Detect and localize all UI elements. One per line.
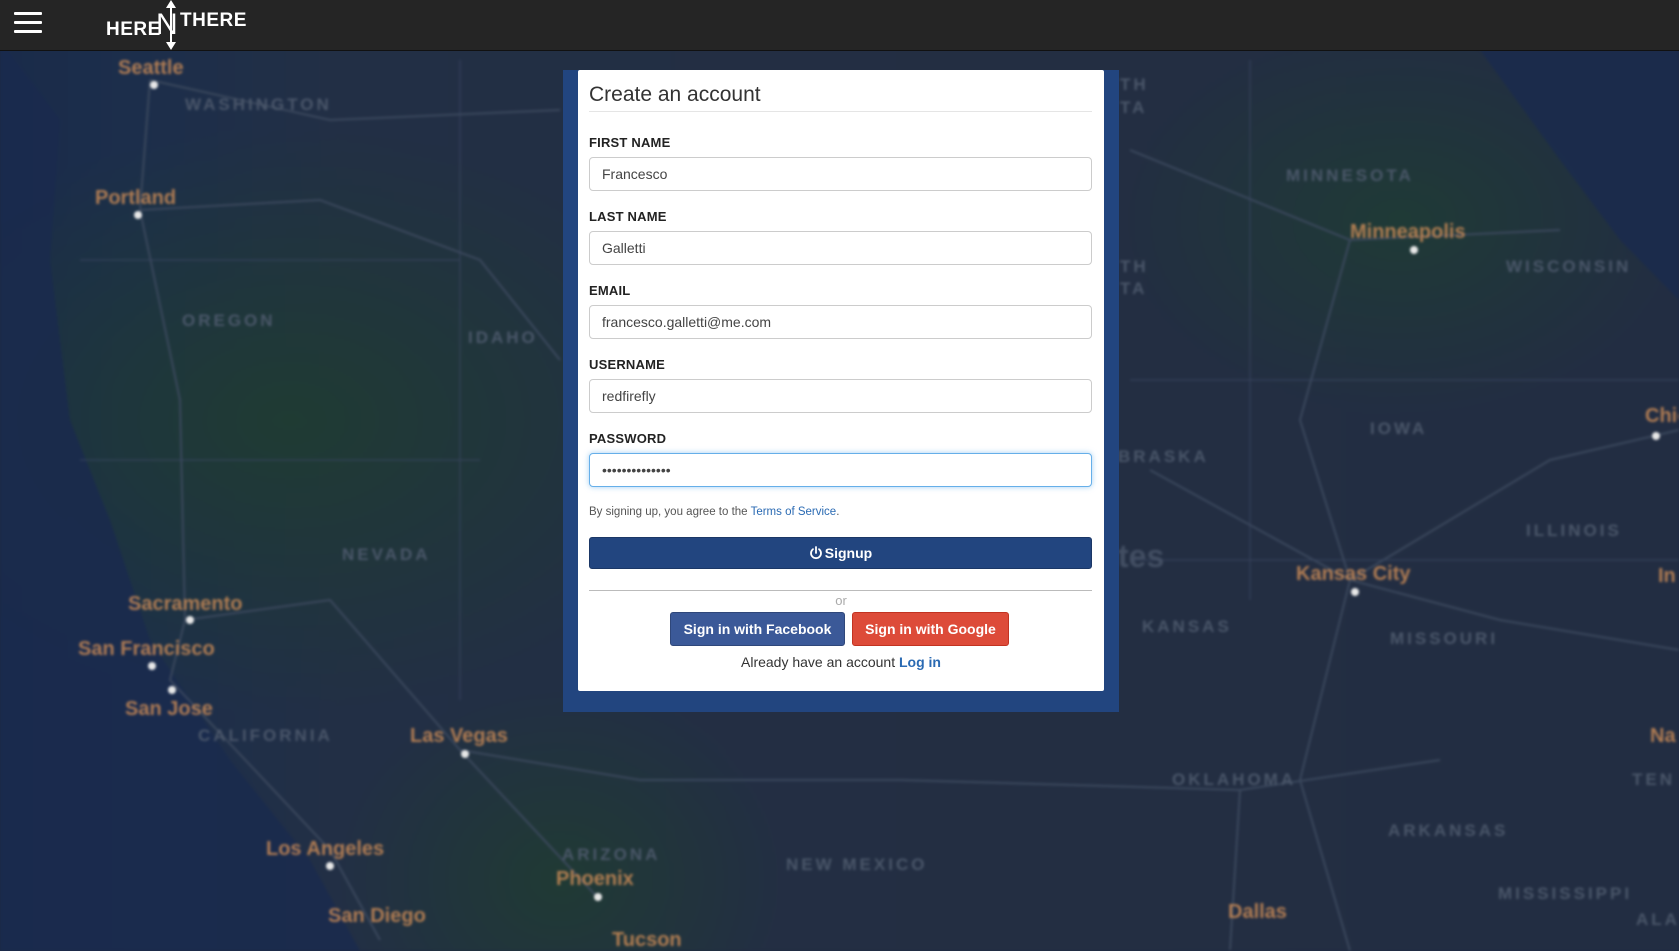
state-label-dakota-n2: TA xyxy=(1120,98,1147,117)
city-label-seattle: Seattle xyxy=(118,57,184,79)
city-label-chicago: Chicag xyxy=(1645,405,1679,427)
first-name-label: FIRST NAME xyxy=(589,135,671,150)
coastline xyxy=(0,40,360,951)
or-divider xyxy=(589,590,1092,591)
compass-arrow-icon xyxy=(166,0,176,50)
city-label-los-angeles: Los Angeles xyxy=(266,838,384,860)
state-label-wisconsin: WISCONSIN xyxy=(1506,257,1631,276)
city-label-las-vegas: Las Vegas xyxy=(410,725,508,747)
state-label-dakota-s2: TA xyxy=(1120,279,1147,298)
last-name-input[interactable] xyxy=(589,231,1092,265)
email-label: EMAIL xyxy=(589,283,631,298)
city-dot-los-angeles xyxy=(326,862,334,870)
username-input[interactable] xyxy=(589,379,1092,413)
city-label-kansas-city: Kansas City xyxy=(1296,563,1411,585)
state-label-oregon: OREGON xyxy=(182,311,276,330)
state-label-new-mexico: NEW MEXICO xyxy=(786,855,927,874)
terms-text: By signing up, you agree to the Terms of… xyxy=(589,506,839,518)
modal-title: Create an account xyxy=(589,83,761,106)
state-label-dakota-s1: TH xyxy=(1120,257,1149,276)
or-text: or xyxy=(835,593,847,608)
state-label-minnesota: MINNESOTA xyxy=(1286,166,1414,185)
city-label-phoenix: Phoenix xyxy=(556,868,634,890)
city-label-tucson: Tucson xyxy=(612,929,682,951)
terms-of-service-link[interactable]: Terms of Service xyxy=(751,506,837,518)
state-label-oklahoma: OKLAHOMA xyxy=(1172,770,1296,789)
city-label-ind: In xyxy=(1658,565,1676,587)
power-icon xyxy=(809,546,822,560)
city-label-san-diego: San Diego xyxy=(328,905,426,927)
city-dot-seattle xyxy=(150,81,158,89)
state-label-ala: ALA xyxy=(1636,910,1679,929)
log-in-link[interactable]: Log in xyxy=(899,654,941,670)
state-label-kansas: KANSAS xyxy=(1142,617,1232,636)
state-label-mississippi: MISSISSIPPI xyxy=(1498,884,1632,903)
last-name-label: LAST NAME xyxy=(589,209,667,224)
password-label: PASSWORD xyxy=(589,431,667,446)
hamburger-line xyxy=(14,21,42,24)
terms-prefix: By signing up, you agree to the xyxy=(589,506,748,518)
city-dot-minneapolis xyxy=(1410,246,1418,254)
top-navbar: HERE N THERE xyxy=(0,0,1679,51)
state-label-iowa: IOWA xyxy=(1370,419,1427,438)
state-label-missouri: MISSOURI xyxy=(1390,629,1498,648)
sign-in-google-button[interactable]: Sign in with Google xyxy=(852,612,1009,646)
google-button-label: Sign in with Google xyxy=(865,621,996,637)
logo-there: THERE xyxy=(180,10,247,31)
state-label-illinois: ILLINOIS xyxy=(1526,521,1622,540)
city-dot-sacramento xyxy=(186,616,194,624)
login-prefix: Already have an account xyxy=(741,654,896,670)
hamburger-line xyxy=(14,12,42,15)
username-label: USERNAME xyxy=(589,357,665,372)
state-label-washington: WASHINGTON xyxy=(185,95,332,114)
city-label-portland: Portland xyxy=(95,187,176,209)
signup-button[interactable]: Signup xyxy=(589,537,1092,569)
city-label-minneapolis: Minneapolis xyxy=(1350,221,1466,243)
email-input[interactable] xyxy=(589,305,1092,339)
city-label-sacramento: Sacramento xyxy=(128,593,243,615)
city-dot-san-jose xyxy=(168,686,176,694)
state-label-california: CALIFORNIA xyxy=(198,726,333,745)
facebook-button-label: Sign in with Facebook xyxy=(683,621,832,637)
hamburger-line xyxy=(14,30,42,33)
sign-in-facebook-button[interactable]: Sign in with Facebook xyxy=(670,612,845,646)
signup-label: Signup xyxy=(824,545,873,561)
state-label-dakota-n1: TH xyxy=(1120,75,1149,94)
state-label-tenn: TEN xyxy=(1632,770,1675,789)
terms-suffix: . xyxy=(836,506,840,518)
signup-modal: Create an account FIRST NAME LAST NAME E… xyxy=(578,70,1104,691)
city-dot-san-francisco xyxy=(148,662,156,670)
city-dot-portland xyxy=(134,211,142,219)
state-label-nebraska: BRASKA xyxy=(1118,447,1209,466)
city-dot-phoenix xyxy=(594,893,602,901)
title-divider xyxy=(589,111,1092,112)
state-label-arkansas: ARKANSAS xyxy=(1388,821,1508,840)
city-label-nash: Na xyxy=(1650,725,1676,747)
city-dot-chicago xyxy=(1652,432,1660,440)
app-logo[interactable]: HERE N THERE xyxy=(104,0,254,50)
state-label-arizona: ARIZONA xyxy=(562,845,660,864)
city-dot-kansas-city xyxy=(1351,588,1359,596)
city-label-dallas: Dallas xyxy=(1228,901,1287,923)
login-prompt: Already have an account Log in xyxy=(578,654,1104,670)
city-label-san-francisco: San Francisco xyxy=(78,638,215,660)
password-input[interactable] xyxy=(589,453,1092,487)
city-label-san-jose: San Jose xyxy=(125,698,213,720)
logo-here: HERE xyxy=(106,19,161,40)
state-label-idaho: IDAHO xyxy=(468,328,538,347)
hamburger-menu-icon[interactable] xyxy=(14,12,42,36)
country-label-states: tes xyxy=(1118,538,1164,574)
city-dot-las-vegas xyxy=(461,750,469,758)
state-label-nevada: NEVADA xyxy=(342,545,431,564)
first-name-input[interactable] xyxy=(589,157,1092,191)
